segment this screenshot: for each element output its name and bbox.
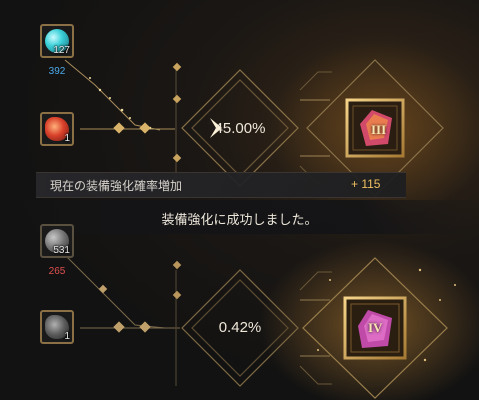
material-owned-count: 265 xyxy=(48,266,66,277)
material-count: 1 xyxy=(64,331,70,342)
bottom-connector-lines xyxy=(64,254,180,329)
material-count: 1 xyxy=(64,133,70,144)
top-material-slot-1[interactable]: 127 xyxy=(40,24,74,58)
top-connector-lines xyxy=(64,59,175,131)
top-material-slot-2[interactable]: 1 xyxy=(40,112,74,146)
top-success-rate: 45.00% xyxy=(214,120,266,137)
bottom-material-slot-1[interactable]: 531 xyxy=(40,224,74,258)
top-result-tier: III xyxy=(371,122,387,137)
material-count: 127 xyxy=(53,45,70,56)
bonus-value: + 115 xyxy=(351,177,381,191)
bottom-result-tier: IV xyxy=(368,320,383,335)
bottom-success-rate: 0.42% xyxy=(218,319,262,336)
bonus-label: 現在の装備強化確率増加 xyxy=(50,179,183,193)
enhancement-bonus-bar: 現在の装備強化確率増加 + 115 xyxy=(36,172,406,198)
material-owned-count: 392 xyxy=(48,66,66,77)
material-count: 531 xyxy=(53,245,70,256)
bottom-material-slot-2[interactable]: 1 xyxy=(40,310,74,344)
